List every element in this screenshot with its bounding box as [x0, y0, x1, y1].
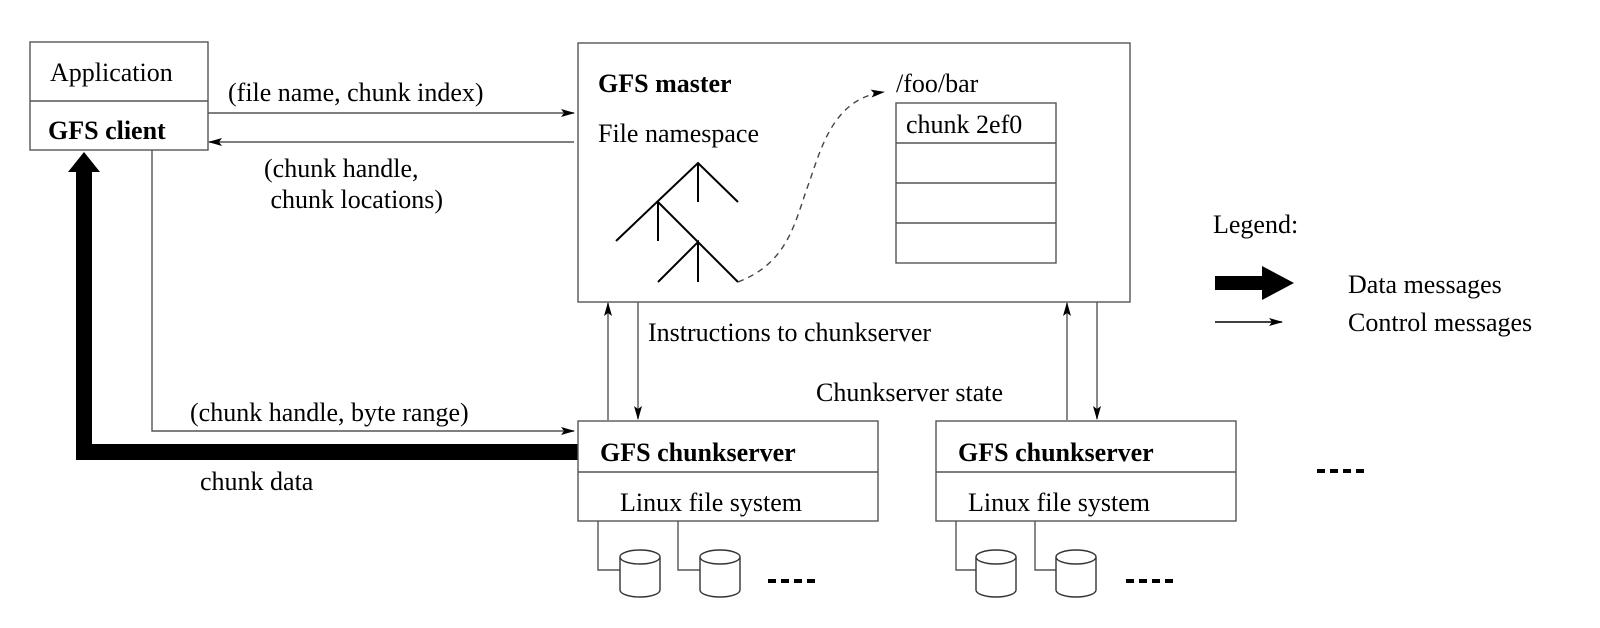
legend-title: Legend: [1213, 210, 1298, 239]
chunk-request-label: (chunk handle, byte range) [190, 398, 469, 427]
instructions-label: Instructions to chunkserver [648, 318, 931, 347]
chunkserver-node: GFS chunkserver Linux file system [577, 420, 879, 598]
chunkserver-title: GFS chunkserver [600, 438, 796, 467]
legend: Legend: Data messages Control messages [1213, 210, 1532, 337]
data-message-arrow-icon [1215, 266, 1294, 300]
reply-label-line2: chunk locations) [264, 185, 443, 214]
disk-icon [975, 549, 1017, 598]
linux-fs-label: Linux file system [968, 488, 1150, 517]
linux-fs-label: Linux file system [620, 488, 802, 517]
request-to-master-label: (file name, chunk index) [228, 78, 484, 107]
chunk-data-arrowhead [68, 152, 100, 172]
application-label: Application [50, 58, 173, 87]
disk-icon [1055, 549, 1097, 598]
chunk-table: chunk 2ef0 [895, 102, 1057, 264]
gfs-architecture-diagram: Application GFS client (file name, chunk… [29, 41, 1532, 598]
chunkserver-node: GFS chunkserver Linux file system [935, 420, 1237, 598]
legend-item-control: Control messages [1348, 308, 1532, 337]
disk-icon [699, 549, 741, 598]
disk-icon [619, 549, 661, 598]
namespace-label: File namespace [598, 119, 759, 148]
legend-item-data: Data messages [1348, 270, 1502, 299]
client-node: Application GFS client [29, 41, 209, 151]
master-title: GFS master [598, 69, 732, 98]
file-path-label: /foo/bar [896, 69, 979, 98]
gfs-client-label: GFS client [48, 116, 166, 145]
reply-label-line1: (chunk handle, [264, 154, 419, 183]
chunk-table-row: chunk 2ef0 [906, 110, 1022, 139]
chunk-data-label: chunk data [200, 467, 314, 496]
chunkserver-title: GFS chunkserver [958, 438, 1154, 467]
chunkserver-state-label: Chunkserver state [816, 378, 1003, 407]
master-node: GFS master File namespace /foo/bar chunk… [577, 42, 1131, 303]
